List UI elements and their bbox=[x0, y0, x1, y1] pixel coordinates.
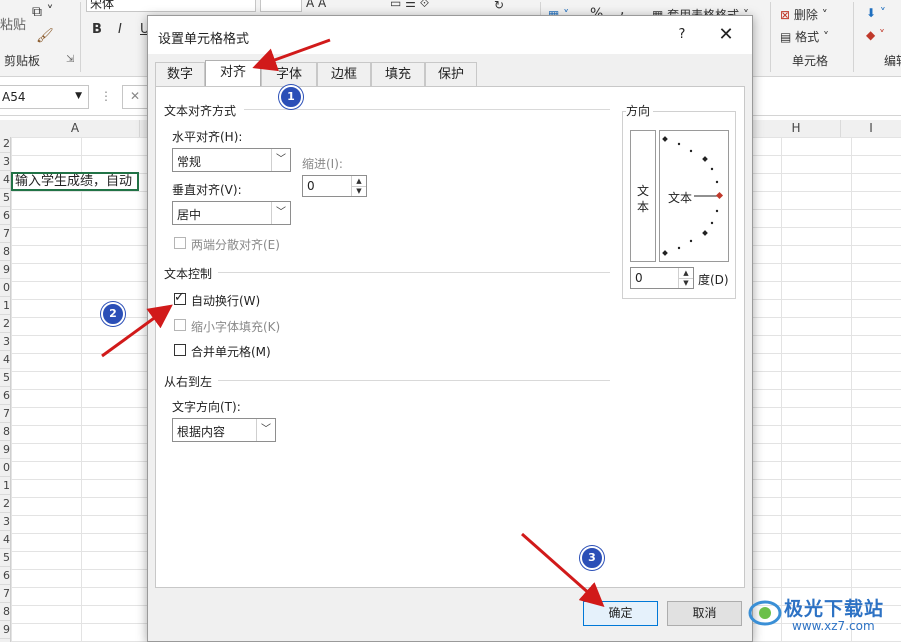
step-badge-1: 1 bbox=[279, 85, 303, 109]
watermark: 极光下载站 www.xz7.com bbox=[748, 592, 898, 638]
watermark-title: 极光下载站 bbox=[784, 598, 885, 620]
annotation-arrows bbox=[101, 38, 605, 607]
watermark-logo-icon bbox=[748, 600, 782, 626]
watermark-url: www.xz7.com bbox=[792, 619, 875, 633]
step-badge-2: 2 bbox=[101, 302, 125, 326]
arrow-to-alignment-tab bbox=[252, 38, 331, 72]
orientation-section-label: 方向 bbox=[626, 102, 654, 119]
step-badge-3: 3 bbox=[580, 546, 604, 570]
